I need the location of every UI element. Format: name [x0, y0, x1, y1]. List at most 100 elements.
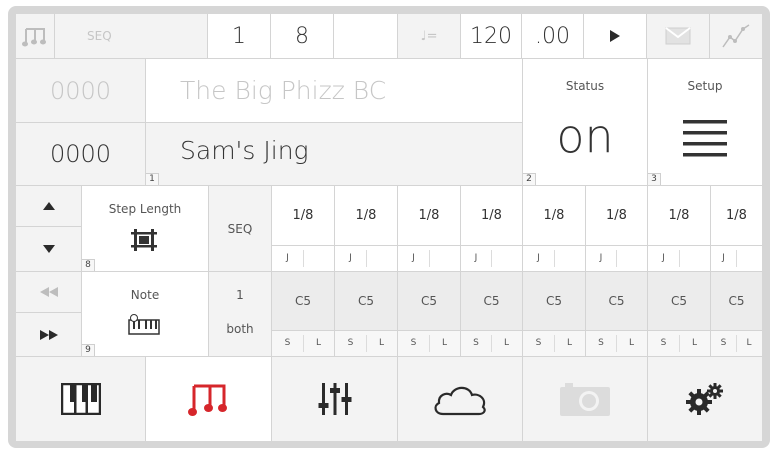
nav-sequencer[interactable]: [146, 357, 271, 441]
tempo-symbol: ♩=: [398, 14, 460, 58]
cloud-icon: [434, 386, 486, 416]
step-sub-cell[interactable]: J: [586, 246, 647, 271]
step-sl-cell[interactable]: SL: [461, 331, 522, 356]
pattern-name-field[interactable]: Sam's Jing 1: [146, 123, 522, 185]
step-l-label: L: [315, 338, 321, 348]
step-note-value[interactable]: C5: [335, 272, 397, 330]
note-button[interactable]: Note 9: [82, 272, 208, 356]
menu-icon: [683, 120, 727, 157]
step-note-value[interactable]: C5: [648, 272, 710, 330]
note-mode: both: [226, 322, 254, 336]
note-keyboard-icon: [128, 314, 160, 335]
step-s-label: S: [272, 335, 304, 352]
status-index: 2: [523, 173, 536, 185]
status-button[interactable]: Status on 2: [523, 59, 647, 185]
music-note-icon: [187, 384, 227, 416]
step-note-value[interactable]: C5: [586, 272, 647, 330]
graph-button[interactable]: [710, 14, 762, 58]
step-sub-cell[interactable]: J: [711, 246, 762, 271]
step-sl-cell[interactable]: SL: [586, 331, 647, 356]
step-sub-cell[interactable]: J: [648, 246, 710, 271]
step-sl-cell[interactable]: SL: [335, 331, 397, 356]
value1-field[interactable]: 1: [208, 14, 270, 58]
step-sub-cell[interactable]: J: [523, 246, 585, 271]
step-sub-label: J: [523, 250, 555, 267]
play-icon: [610, 30, 620, 42]
step-s-label: S: [398, 335, 430, 352]
mode-label[interactable]: SEQ: [55, 14, 207, 58]
nav-mixer[interactable]: [272, 357, 397, 441]
song-title[interactable]: The Big Phizz BC: [146, 59, 522, 122]
status-value: on: [556, 109, 614, 163]
step-sl-cell[interactable]: SL: [272, 331, 334, 356]
nav-settings[interactable]: [648, 357, 762, 441]
step-note-value[interactable]: C5: [523, 272, 585, 330]
step-sub-cell[interactable]: J: [461, 246, 522, 271]
note-label: Note: [130, 288, 160, 302]
message-button[interactable]: [647, 14, 709, 58]
envelope-icon: [665, 27, 691, 45]
step-length-value[interactable]: 1/8: [648, 186, 710, 245]
step-length-label: Step Length: [108, 202, 182, 216]
mixer-sliders-icon: [318, 383, 351, 415]
down-arrow-icon: [42, 245, 55, 253]
step-length-value[interactable]: 1/8: [398, 186, 460, 245]
step-l-label: L: [441, 338, 447, 348]
step-sl-cell[interactable]: SL: [711, 331, 762, 356]
pattern-name: Sam's Jing: [180, 136, 309, 165]
step-length-mode[interactable]: SEQ: [209, 186, 271, 271]
setup-index: 3: [648, 173, 661, 185]
value2-field[interactable]: 8: [271, 14, 333, 58]
line-graph-icon: [722, 24, 750, 48]
step-sl-cell[interactable]: SL: [523, 331, 585, 356]
step-s-label: S: [335, 335, 367, 352]
counter-a[interactable]: 0000: [16, 59, 145, 122]
step-length-button[interactable]: Step Length 8: [82, 186, 208, 271]
tempo-fraction-field[interactable]: .00: [522, 14, 583, 58]
nav-cloud[interactable]: [398, 357, 522, 441]
step-note-value[interactable]: C5: [398, 272, 460, 330]
step-sub-label: J: [461, 250, 492, 267]
step-sub-cell[interactable]: J: [335, 246, 397, 271]
sequencer-logo-icon[interactable]: [16, 14, 54, 58]
fast-forward-button[interactable]: [16, 313, 81, 356]
step-note-value[interactable]: C5: [711, 272, 762, 330]
step-length-value[interactable]: 1/8: [586, 186, 647, 245]
counter-b[interactable]: 0000: [16, 123, 145, 185]
piano-icon: [60, 383, 101, 415]
rewind-button[interactable]: [16, 272, 81, 312]
step-sl-cell[interactable]: SL: [398, 331, 460, 356]
empty-field[interactable]: [334, 14, 397, 58]
play-button[interactable]: [584, 14, 646, 58]
step-length-value[interactable]: 1/8: [272, 186, 334, 245]
up-arrow-icon: [42, 202, 55, 210]
step-length-value[interactable]: 1/8: [335, 186, 397, 245]
nav-camera[interactable]: [523, 357, 647, 441]
note-mode-field[interactable]: 1 both: [209, 272, 271, 356]
down-button[interactable]: [16, 227, 81, 271]
step-sub-label: J: [398, 250, 430, 267]
step-l-label: L: [566, 338, 572, 348]
step-note-value[interactable]: C5: [272, 272, 334, 330]
step-sub-cell[interactable]: J: [272, 246, 334, 271]
step-s-label: S: [711, 335, 737, 352]
step-sub-label: J: [711, 250, 737, 267]
step-sub-label: J: [586, 250, 617, 267]
step-sl-cell[interactable]: SL: [648, 331, 710, 356]
step-length-icon: [131, 229, 157, 251]
step-length-value[interactable]: 1/8: [711, 186, 762, 245]
step-note-value[interactable]: C5: [461, 272, 522, 330]
nav-piano[interactable]: [16, 357, 145, 441]
step-s-label: S: [648, 335, 680, 352]
camera-icon: [560, 383, 610, 416]
step-l-label: L: [691, 338, 697, 348]
setup-button[interactable]: Setup 3: [648, 59, 762, 185]
step-l-label: L: [746, 338, 752, 348]
step-l-label: L: [628, 338, 634, 348]
step-length-value[interactable]: 1/8: [461, 186, 522, 245]
step-sub-label: J: [648, 250, 680, 267]
up-button[interactable]: [16, 186, 81, 226]
step-sub-cell[interactable]: J: [398, 246, 460, 271]
step-length-value[interactable]: 1/8: [523, 186, 585, 245]
tempo-field[interactable]: 120: [461, 14, 521, 58]
